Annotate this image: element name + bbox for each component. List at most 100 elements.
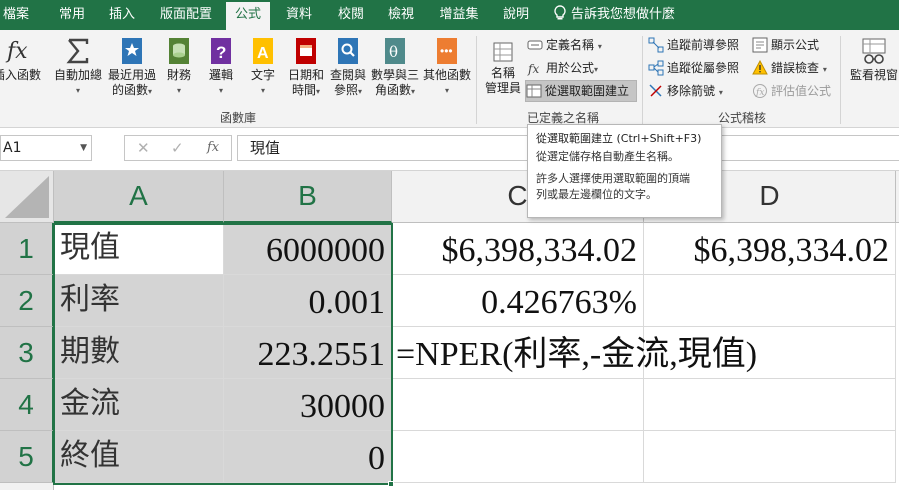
tab-data[interactable]: 資料 <box>280 0 318 30</box>
name-box[interactable]: A1 ▼ <box>0 135 92 161</box>
tab-formulas[interactable]: 公式 <box>226 2 270 30</box>
lookup-label-2: 參照▾ <box>333 83 363 97</box>
chevron-down-icon[interactable]: ▼ <box>80 136 87 160</box>
insert-function-button[interactable]: fx 插入函數 <box>0 36 42 83</box>
text-functions-button[interactable]: A 文字 ▾ <box>246 36 280 98</box>
financial-label: 財務 <box>166 68 191 82</box>
watch-window-label: 監看視窗 <box>849 68 898 82</box>
cell-a4[interactable]: 金流 <box>54 379 224 431</box>
column-header-a[interactable]: A <box>54 171 224 223</box>
fx-icon: fx <box>5 39 28 64</box>
define-name-button[interactable]: 定義名稱 ▾ <box>527 35 602 55</box>
cell-a3[interactable]: 期數 <box>54 327 224 379</box>
tab-file[interactable]: 檔案 <box>0 0 32 30</box>
tab-view[interactable]: 檢視 <box>382 0 420 30</box>
row-header-2[interactable]: 2 <box>0 275 54 327</box>
cancel-icon[interactable]: ✕ <box>137 136 150 160</box>
name-manager-icon <box>493 42 513 62</box>
cell-c2[interactable]: 0.426763% <box>392 275 644 327</box>
row-header-6[interactable] <box>0 483 54 490</box>
trace-precedents-label: 追蹤前導參照 <box>667 38 740 52</box>
tab-home[interactable]: 常用 <box>52 0 92 30</box>
cell-d2[interactable] <box>644 275 896 327</box>
cell-d1[interactable]: $6,398,334.02 <box>644 223 896 275</box>
trace-precedents-button[interactable]: 追蹤前導參照 <box>648 35 739 55</box>
use-in-formula-label: 用於公式 <box>546 61 595 75</box>
use-in-formula-button[interactable]: fx 用於公式▾ <box>527 58 598 78</box>
cell-c4[interactable] <box>392 379 644 431</box>
sigma-icon <box>66 38 89 64</box>
create-from-selection-label: 從選取範圍建立 <box>545 84 630 98</box>
financial-button[interactable]: 財務 ▾ <box>162 36 196 98</box>
watch-window-button[interactable]: 監看視窗 <box>846 36 899 83</box>
math-book-icon: θ <box>385 38 405 64</box>
datetime-button[interactable]: 日期和 時間▾ <box>286 36 326 99</box>
cell-b5[interactable]: 0 <box>224 431 392 483</box>
datetime-label-1: 日期和 <box>287 68 324 82</box>
tooltip-detail-line-1: 許多人選擇使用選取範圍的頂端 <box>536 172 690 185</box>
warning-icon <box>752 60 768 75</box>
trace-dependents-button[interactable]: 追蹤從屬參照 <box>648 58 739 78</box>
group-separator <box>840 36 841 124</box>
cell-a5[interactable]: 終值 <box>54 431 224 483</box>
create-from-selection-button[interactable]: 從選取範圍建立 <box>525 80 637 102</box>
recently-used-button[interactable]: 最近用過 的函數▾ <box>106 36 158 99</box>
define-name-label: 定義名稱 <box>546 38 595 52</box>
tell-me-search[interactable]: 告訴我您想做什麼 <box>553 0 675 30</box>
more-functions-label: 其他函數 <box>422 68 471 82</box>
cell-b2[interactable]: 0.001 <box>224 275 392 327</box>
cell-c1[interactable]: $6,398,334.02 <box>392 223 644 275</box>
cell-d5[interactable] <box>644 431 896 483</box>
math-trig-label-2: 角函數▾ <box>374 83 416 97</box>
evaluate-formula-button[interactable]: fx 評估值公式 <box>752 81 831 101</box>
select-all-button[interactable] <box>0 171 54 223</box>
ribbon-tab-bar: 檔案 常用 插入 版面配置 公式 資料 校閱 檢視 增益集 說明 告訴我您想做什… <box>0 0 899 30</box>
svg-text:fx: fx <box>527 62 539 76</box>
tab-addins[interactable]: 增益集 <box>434 0 484 30</box>
function-library-group-label: 函數庫 <box>219 111 256 125</box>
enter-icon[interactable]: ✓ <box>171 136 184 160</box>
cell-c5[interactable] <box>392 431 644 483</box>
show-formulas-button[interactable]: 顯示公式 <box>752 35 819 55</box>
svg-text:θ: θ <box>389 43 398 61</box>
tell-me-label: 告訴我您想做什麼 <box>571 7 676 22</box>
insert-function-icon[interactable]: fx <box>207 136 219 160</box>
svg-text:fx: fx <box>5 39 28 64</box>
cell-d4[interactable] <box>644 379 896 431</box>
math-trig-button[interactable]: θ 數學與三 角函數▾ <box>370 36 420 99</box>
lookup-reference-button[interactable]: 查閱與 參照▾ <box>328 36 368 99</box>
tab-help[interactable]: 說明 <box>497 0 535 30</box>
error-checking-button[interactable]: 錯誤檢查 ▾ <box>752 58 827 78</box>
lookup-book-icon <box>338 38 358 64</box>
autosum-button[interactable]: 自動加總 ▾ <box>52 36 104 98</box>
row-header-5[interactable]: 5 <box>0 431 54 483</box>
group-separator <box>642 36 643 124</box>
cell-c3[interactable]: =NPER(利率,-金流,現值) <box>392 327 792 379</box>
chevron-down-icon: ▾ <box>444 86 449 95</box>
cell-b4[interactable]: 30000 <box>224 379 392 431</box>
remove-arrows-button[interactable]: 移除箭號 ▾ <box>648 81 723 101</box>
group-separator <box>476 36 477 124</box>
trace-dependents-icon <box>648 60 664 76</box>
row-header-4[interactable]: 4 <box>0 379 54 431</box>
column-header-b[interactable]: B <box>224 171 392 223</box>
more-functions-button[interactable]: ••• 其他函數 ▾ <box>422 36 472 98</box>
cell-b1[interactable]: 6000000 <box>224 223 392 275</box>
error-checking-label: 錯誤檢查 <box>771 61 820 75</box>
tab-review[interactable]: 校閱 <box>332 0 370 30</box>
row-header-3[interactable]: 3 <box>0 327 54 379</box>
star-book-icon <box>122 38 142 64</box>
row-header-1[interactable]: 1 <box>0 223 54 275</box>
fill-handle[interactable] <box>388 481 394 487</box>
name-manager-button[interactable]: 名稱 管理員 <box>483 40 523 96</box>
create-from-selection-tooltip: 從選取範圍建立 (Ctrl+Shift+F3) 從選定儲存格自動產生名稱。 許多… <box>527 124 722 218</box>
cell-a1[interactable]: 現值 <box>54 223 224 275</box>
logical-button[interactable]: ? 邏輯 ▾ <box>204 36 238 98</box>
chevron-down-icon: ▾ <box>176 86 181 95</box>
tab-page-layout[interactable]: 版面配置 <box>155 0 217 30</box>
tab-insert[interactable]: 插入 <box>103 0 141 30</box>
trace-dependents-label: 追蹤從屬參照 <box>667 61 740 75</box>
cell-a2[interactable]: 利率 <box>54 275 224 327</box>
cell-b3[interactable]: 223.2551 <box>224 327 392 379</box>
insert-function-label: 插入函數 <box>0 68 41 82</box>
